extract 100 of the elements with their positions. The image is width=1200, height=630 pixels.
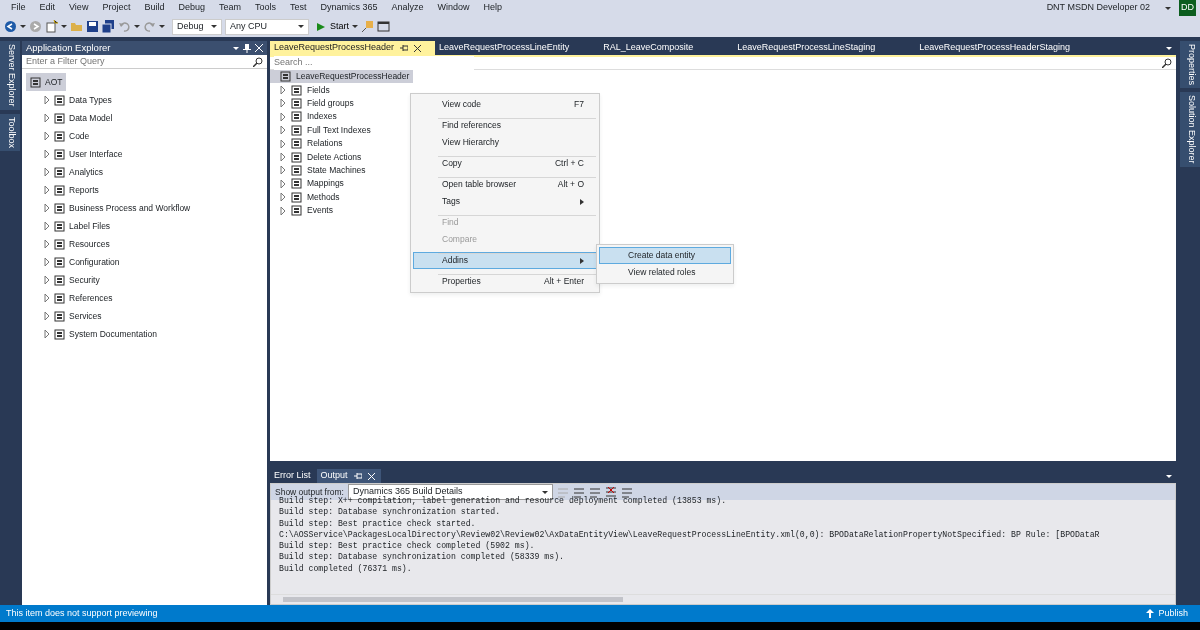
tree-item[interactable]: LeaveRequestProcessHeader: [270, 70, 414, 84]
tree-item[interactable]: Reports: [26, 181, 103, 199]
tree-item[interactable]: Field groups: [270, 96, 358, 111]
document-tab[interactable]: LeaveRequestProcessLineStaging: [707, 41, 890, 55]
close-icon[interactable]: [255, 44, 263, 52]
node-icon: [54, 256, 65, 268]
tree-item[interactable]: AOT: [26, 73, 67, 91]
caret-icon[interactable]: [159, 25, 165, 28]
document-tab[interactable]: LeaveRequestProcessHeader: [270, 41, 436, 55]
menu-item[interactable]: Team: [211, 1, 248, 15]
menu-item[interactable]: File: [4, 1, 33, 15]
node-icon: [291, 111, 302, 123]
tree-item[interactable]: Delete Actions: [270, 150, 366, 164]
side-tab[interactable]: Server Explorer: [0, 41, 20, 110]
caret-icon[interactable]: [1166, 46, 1172, 50]
close-icon: [367, 472, 375, 480]
publish-button[interactable]: Publish: [1140, 605, 1194, 622]
start-button[interactable]: Start: [316, 19, 349, 34]
horizontal-scrollbar[interactable]: [271, 594, 1175, 604]
up-arrow-icon: [1146, 609, 1155, 618]
platform-dropdown[interactable]: Any CPU: [225, 18, 309, 35]
tree-item[interactable]: Full Text Indexes: [270, 123, 375, 137]
menu-item[interactable]: View related roles: [599, 264, 731, 281]
tree-item[interactable]: User Interface: [26, 145, 127, 163]
menu-item[interactable]: Build: [137, 1, 172, 15]
expand-icon: [44, 186, 50, 194]
menu-item[interactable]: Window: [430, 1, 477, 15]
window-layout-icon[interactable]: [377, 20, 390, 33]
panel-tab[interactable]: Error List: [270, 469, 317, 483]
account-name[interactable]: DNT MSDN Developer 02: [1039, 1, 1157, 15]
pin-icon[interactable]: [243, 43, 251, 53]
caret-icon[interactable]: [20, 25, 26, 28]
save-icon[interactable]: [86, 20, 99, 33]
expand-icon: [44, 312, 50, 320]
search-icon[interactable]: [1162, 58, 1172, 68]
menu-item[interactable]: View code F7: [413, 96, 597, 113]
node-icon: [54, 274, 65, 286]
tree-item[interactable]: Security: [26, 271, 104, 289]
tree-item[interactable]: Data Model: [26, 109, 117, 127]
node-icon: [54, 292, 65, 304]
shortcut-text: Ctrl + C: [554, 157, 584, 170]
side-tab[interactable]: Solution Explorer: [1180, 92, 1200, 167]
tree-item[interactable]: Code: [26, 127, 94, 145]
menu-item[interactable]: Analyze: [384, 1, 431, 15]
save-all-icon[interactable]: [102, 20, 115, 33]
pin-icon: [353, 472, 362, 480]
tree-item[interactable]: References: [26, 289, 117, 307]
menu-item[interactable]: Debug: [171, 1, 212, 15]
caret-icon[interactable]: [352, 25, 358, 28]
side-tab[interactable]: Properties: [1180, 41, 1200, 89]
tree-item[interactable]: Configuration: [26, 253, 124, 271]
tree-item[interactable]: Data Types: [26, 91, 116, 109]
search-icon[interactable]: [253, 56, 263, 67]
tree-item[interactable]: Methods: [270, 190, 344, 204]
menu-item[interactable]: Dynamics 365: [313, 1, 385, 15]
configuration-dropdown[interactable]: Debug: [172, 18, 222, 35]
caret-icon[interactable]: [233, 46, 239, 50]
side-tab[interactable]: Toolbox: [0, 113, 20, 151]
caret-icon[interactable]: [134, 25, 140, 28]
tree-item[interactable]: Events: [270, 203, 337, 218]
tree-item[interactable]: Services: [26, 307, 106, 325]
user-avatar[interactable]: DD: [1179, 0, 1196, 16]
clear-all-icon[interactable]: [605, 486, 617, 498]
expand-icon: [44, 294, 50, 302]
back-icon[interactable]: [4, 20, 17, 33]
menu-item[interactable]: View Hierarchy: [413, 134, 597, 151]
tree-item[interactable]: Label Files: [26, 217, 115, 235]
caret-icon[interactable]: [1166, 474, 1172, 478]
caret-icon[interactable]: [61, 25, 67, 28]
menu-item[interactable]: Create data entity: [599, 247, 731, 264]
menu-item[interactable]: Tags: [413, 193, 597, 210]
tree-item[interactable]: Business Process and Workflow: [26, 199, 195, 217]
tree-item[interactable]: Relations: [270, 136, 347, 151]
caret-icon[interactable]: [1165, 6, 1171, 10]
tree-item[interactable]: State Machines: [270, 163, 370, 178]
search-field[interactable]: Search ...: [274, 56, 474, 70]
tree-item[interactable]: System Documentation: [26, 325, 161, 343]
tree-item[interactable]: Analytics: [26, 163, 107, 181]
menu-item[interactable]: Test: [283, 1, 314, 15]
tree-item[interactable]: Fields: [270, 83, 334, 97]
tree-item[interactable]: Mappings: [270, 177, 348, 191]
expand-icon: [44, 258, 50, 266]
panel-tab[interactable]: Output: [316, 469, 381, 483]
menu-item[interactable]: Edit: [32, 1, 63, 15]
menu-item[interactable]: View: [62, 1, 96, 15]
document-tab[interactable]: LeaveRequestProcessLineEntity: [435, 41, 584, 55]
output-line: Build step: Best practice check started.: [279, 517, 477, 529]
node-icon: [54, 148, 65, 160]
menu-item[interactable]: Project: [95, 1, 138, 15]
tree-item[interactable]: Resources: [26, 235, 114, 253]
menu-item[interactable]: Help: [476, 1, 510, 15]
menu-item[interactable]: Addins: [413, 252, 597, 269]
output-line: Build completed (76371 ms).: [279, 562, 413, 575]
document-tab[interactable]: LeaveRequestProcessHeaderStaging: [889, 41, 1084, 55]
tree-item[interactable]: Indexes: [270, 110, 341, 124]
document-tab[interactable]: RAL_LeaveComposite: [583, 41, 708, 55]
menu-item[interactable]: Tools: [247, 1, 283, 15]
expand-icon: [44, 96, 50, 104]
new-project-icon[interactable]: [45, 20, 58, 33]
expand-icon: [44, 222, 50, 230]
